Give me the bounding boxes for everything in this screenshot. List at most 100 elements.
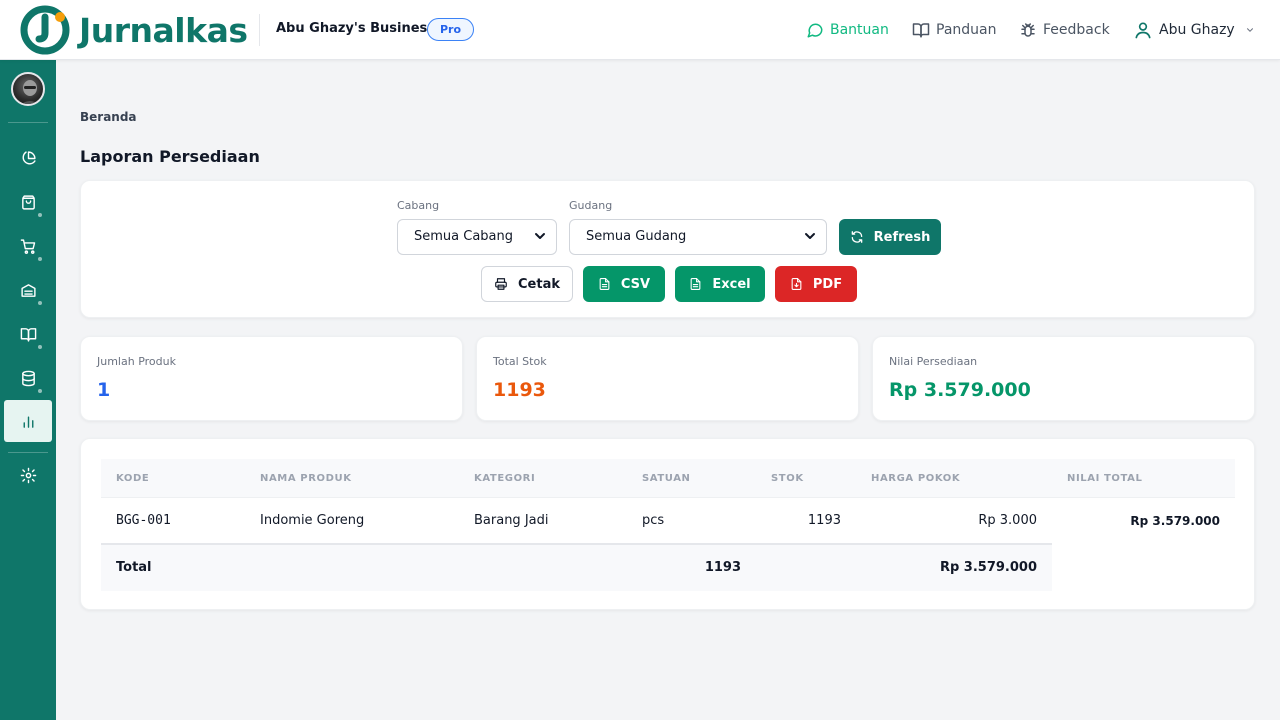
- cabang-select-value: Semua Cabang: [414, 229, 514, 244]
- chevron-down-icon: [805, 233, 815, 239]
- page-title: Laporan Persediaan: [80, 147, 260, 166]
- stat-label: Jumlah Produk: [97, 355, 176, 368]
- print-button-label: Cetak: [518, 276, 560, 292]
- stat-label: Nilai Persediaan: [889, 355, 978, 368]
- stat-label: Total Stok: [493, 355, 547, 368]
- sidebar-item-sales[interactable]: [4, 181, 52, 223]
- sidebar: [0, 60, 56, 720]
- logo-text: Jurnalkas: [79, 10, 248, 50]
- footer-total-stok: 1193: [704, 560, 741, 575]
- excel-export-label: Excel: [712, 276, 751, 292]
- cell-kode: BGG-001: [116, 513, 171, 528]
- stat-card-total-stock: Total Stok 1193: [476, 336, 859, 421]
- sidebar-item-ledger[interactable]: [4, 313, 52, 355]
- printer-icon: [495, 278, 507, 290]
- chevron-down-icon: [1246, 28, 1253, 32]
- column-header-satuan: SATUAN: [642, 473, 691, 484]
- breadcrumb[interactable]: Beranda: [80, 110, 137, 124]
- column-header-kategori: KATEGORI: [474, 473, 536, 484]
- excel-export-button[interactable]: Excel: [675, 266, 765, 302]
- pie-chart-icon: [22, 150, 36, 164]
- feedback-link[interactable]: Feedback: [1019, 19, 1110, 41]
- print-button[interactable]: Cetak: [481, 266, 573, 302]
- cabang-select[interactable]: Semua Cabang: [397, 219, 557, 255]
- logo[interactable]: Jurnalkas: [20, 5, 248, 55]
- inventory-table: KODE NAMA PRODUK KATEGORI SATUAN STOK HA…: [80, 438, 1255, 610]
- avatar[interactable]: [11, 72, 45, 106]
- shopping-bag-icon: [21, 194, 35, 210]
- plan-badge: Pro: [427, 18, 475, 41]
- chat-bubble-icon: [807, 23, 823, 38]
- refresh-button[interactable]: Refresh: [839, 219, 941, 255]
- gudang-select-value: Semua Gudang: [586, 229, 687, 244]
- column-header-nama-produk: NAMA PRODUK: [260, 473, 352, 484]
- column-header-kode: KODE: [116, 473, 150, 484]
- stat-value: 1193: [493, 379, 546, 401]
- cabang-label: Cabang: [397, 199, 440, 212]
- file-text-icon: [599, 278, 610, 290]
- help-link-label: Bantuan: [830, 22, 889, 38]
- csv-export-label: CSV: [620, 276, 651, 292]
- archive-icon: [20, 283, 36, 297]
- header-divider: [259, 14, 260, 46]
- sidebar-divider: [8, 122, 48, 123]
- footer-total-label: Total: [116, 560, 152, 575]
- sidebar-item-reports[interactable]: [4, 400, 52, 442]
- user-name: Abu Ghazy: [1159, 22, 1235, 38]
- book-icon: [20, 327, 36, 342]
- row-divider: [101, 497, 1235, 498]
- stat-value: Rp 3.579.000: [889, 379, 1031, 401]
- submenu-dot: [38, 389, 42, 393]
- cell-harga-pokok: Rp 3.000: [978, 513, 1037, 528]
- csv-export-button[interactable]: CSV: [583, 266, 665, 302]
- logo-mark-icon: [20, 5, 70, 55]
- filter-card: Cabang Semua Cabang Gudang Semua Gudang …: [80, 180, 1255, 318]
- submenu-dot: [38, 301, 42, 305]
- file-text-icon: [691, 278, 701, 290]
- stat-card-product-count: Jumlah Produk 1: [80, 336, 463, 421]
- chevron-down-icon: [535, 233, 545, 239]
- refresh-icon: [851, 231, 862, 243]
- sidebar-divider: [8, 452, 48, 453]
- column-header-harga-pokok: HARGA POKOK: [871, 473, 961, 484]
- column-header-nilai-total: NILAI TOTAL: [1067, 473, 1143, 484]
- bar-chart-icon: [23, 416, 33, 428]
- cell-stok: 1193: [807, 513, 841, 528]
- guide-link-label: Panduan: [936, 22, 997, 38]
- sidebar-item-inventory[interactable]: [4, 269, 52, 311]
- sidebar-item-settings[interactable]: [4, 454, 52, 496]
- gudang-select[interactable]: Semua Gudang: [569, 219, 827, 255]
- user-menu[interactable]: Abu Ghazy: [1133, 19, 1255, 41]
- gudang-label: Gudang: [569, 199, 613, 212]
- avatar-image: [21, 80, 39, 104]
- cell-nilai-total: Rp 3.579.000: [1130, 514, 1220, 528]
- help-link[interactable]: Bantuan: [806, 19, 889, 41]
- pdf-export-label: PDF: [812, 276, 843, 292]
- cell-kategori: Barang Jadi: [474, 513, 549, 528]
- top-header: Jurnalkas Abu Ghazy's Business Pro Bantu…: [0, 0, 1280, 60]
- bug-icon: [1021, 23, 1035, 37]
- database-icon: [21, 370, 35, 386]
- file-download-icon: [791, 278, 802, 290]
- book-open-icon: [912, 23, 930, 38]
- table-footer: [101, 543, 1052, 591]
- sidebar-item-dashboard[interactable]: [4, 137, 52, 179]
- submenu-dot: [38, 213, 42, 217]
- sidebar-item-master-data[interactable]: [4, 357, 52, 399]
- footer-total-nilai: Rp 3.579.000: [939, 560, 1037, 575]
- sidebar-item-purchase[interactable]: [4, 225, 52, 267]
- cart-icon: [20, 238, 35, 254]
- feedback-link-label: Feedback: [1043, 22, 1110, 38]
- business-name[interactable]: Abu Ghazy's Business: [276, 21, 435, 36]
- pdf-export-button[interactable]: PDF: [775, 266, 857, 302]
- cell-satuan: pcs: [642, 513, 665, 528]
- refresh-button-label: Refresh: [873, 229, 931, 245]
- guide-link[interactable]: Panduan: [912, 19, 996, 41]
- submenu-dot: [38, 257, 42, 261]
- cell-nama-produk: Indomie Goreng: [260, 513, 365, 528]
- user-icon: [1135, 22, 1151, 39]
- column-header-stok: STOK: [771, 473, 804, 484]
- stat-card-inventory-value: Nilai Persediaan Rp 3.579.000: [872, 336, 1255, 421]
- gear-icon: [20, 467, 36, 483]
- stat-value: 1: [97, 379, 111, 401]
